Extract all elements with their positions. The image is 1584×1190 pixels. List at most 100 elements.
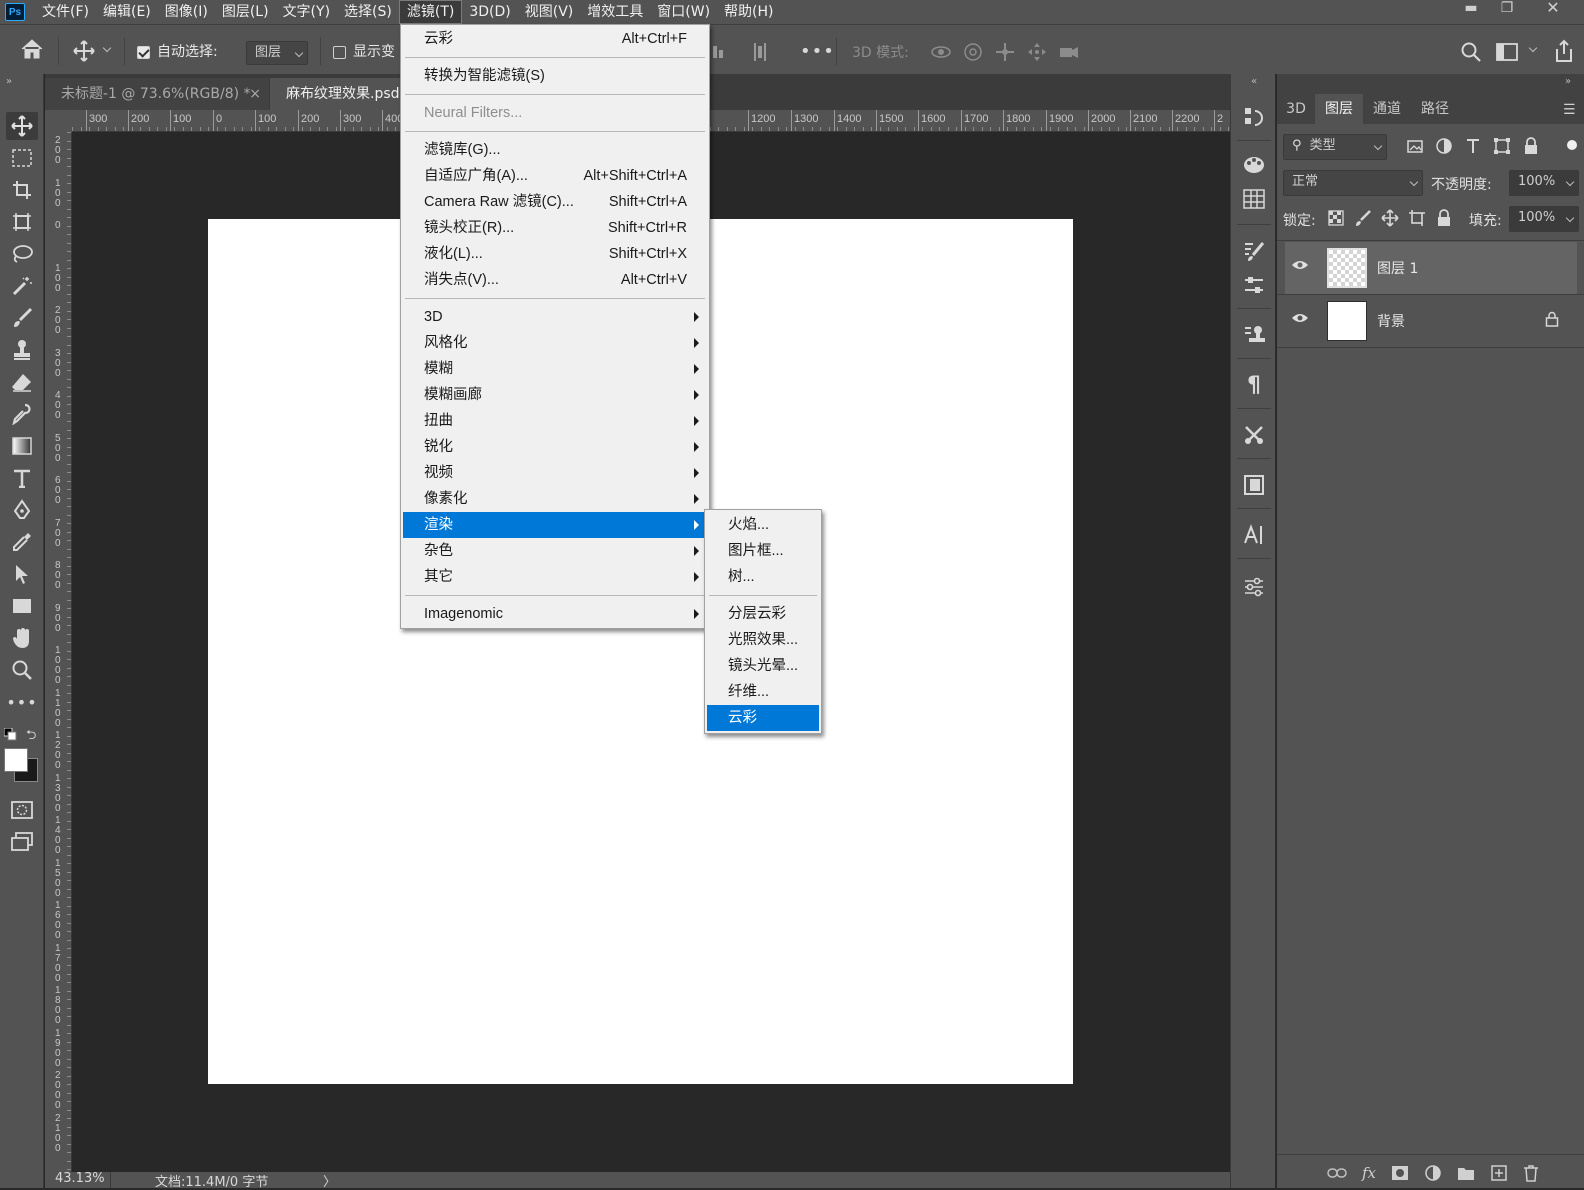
- menu-item[interactable]: Imagenomic: [403, 601, 707, 627]
- menu-item[interactable]: 杂色: [403, 538, 707, 564]
- clone-source-icon[interactable]: [1239, 320, 1269, 350]
- pen-tool-icon[interactable]: [6, 496, 38, 524]
- tab-linen-texture[interactable]: 麻布纹理效果.psd: [270, 78, 400, 110]
- menu-item[interactable]: 滤镜库(G)...: [403, 137, 707, 163]
- tool-presets-icon[interactable]: [1239, 420, 1269, 450]
- new-group-icon[interactable]: [1457, 1165, 1475, 1181]
- path-selection-icon[interactable]: [6, 560, 38, 588]
- menu-item[interactable]: 其它: [403, 564, 707, 590]
- eraser-tool-icon[interactable]: [6, 368, 38, 396]
- menu-item[interactable]: 纤维...: [707, 679, 819, 705]
- hand-tool-icon[interactable]: [6, 624, 38, 652]
- delete-layer-icon[interactable]: [1523, 1164, 1539, 1182]
- share-icon[interactable]: [1553, 39, 1575, 63]
- tab-close-icon[interactable]: ×: [249, 78, 261, 110]
- move-tool-icon[interactable]: [6, 112, 38, 140]
- menu-item[interactable]: 模糊: [403, 356, 707, 382]
- menu-item[interactable]: 自适应广角(A)... Alt+Shift+Ctrl+A: [403, 163, 707, 189]
- smudge-tool-icon[interactable]: [6, 400, 38, 428]
- screen-mode-icon[interactable]: [6, 828, 38, 856]
- menu-item[interactable]: 树...: [707, 564, 819, 590]
- swap-colors-icon[interactable]: ⮌: [26, 726, 36, 748]
- visibility-eye-icon[interactable]: [1291, 258, 1309, 272]
- collapse-toolbar-icon[interactable]: »: [6, 76, 12, 87]
- new-layer-icon[interactable]: [1490, 1164, 1508, 1182]
- restore-icon[interactable]: ❐: [1492, 0, 1522, 18]
- history-icon[interactable]: [1239, 102, 1269, 132]
- filter-toggle-icon[interactable]: [1567, 140, 1577, 150]
- lock-all-icon[interactable]: [1435, 209, 1453, 227]
- menu-item[interactable]: 视频: [403, 460, 707, 486]
- visibility-eye-icon[interactable]: [1291, 311, 1309, 325]
- pan-3d-icon[interactable]: [994, 41, 1016, 63]
- lasso-tool-icon[interactable]: [6, 240, 38, 268]
- lock-position-icon[interactable]: [1381, 209, 1399, 227]
- libraries-icon[interactable]: [1239, 470, 1269, 500]
- brush-settings-icon[interactable]: [1239, 236, 1269, 266]
- frame-tool-icon[interactable]: [6, 208, 38, 236]
- menu-item[interactable]: Camera Raw 滤镜(C)... Shift+Ctrl+A: [403, 189, 707, 215]
- filter-type-icon[interactable]: [1463, 136, 1483, 156]
- ruler-origin[interactable]: [45, 110, 72, 132]
- move-tool-icon[interactable]: [72, 39, 96, 63]
- lock-pixels-icon[interactable]: [1354, 209, 1372, 227]
- align-bottom-icon[interactable]: [710, 43, 726, 61]
- tab-untitled-1[interactable]: 未标题-1 @ 73.6%(RGB/8) * ×: [45, 78, 269, 110]
- tab-3d[interactable]: 3D: [1277, 94, 1315, 124]
- layer-filter-dropdown[interactable]: ⚲ 类型: [1283, 134, 1387, 160]
- menu-item[interactable]: 锐化: [403, 434, 707, 460]
- orbit-3d-icon[interactable]: [930, 41, 952, 63]
- tab-channels[interactable]: 通道: [1363, 94, 1411, 124]
- layer-name[interactable]: 图层 1: [1377, 258, 1418, 278]
- home-icon[interactable]: [20, 38, 44, 60]
- menu-item[interactable]: 帮助(H): [717, 0, 780, 24]
- menu-item[interactable]: 镜头校正(R)... Shift+Ctrl+R: [403, 215, 707, 241]
- crop-tool-icon[interactable]: [6, 176, 38, 204]
- tab-layers[interactable]: 图层: [1315, 94, 1363, 124]
- menu-item[interactable]: 选择(S): [337, 0, 399, 24]
- search-icon[interactable]: [1460, 41, 1482, 63]
- menu-item[interactable]: 模糊画廊: [403, 382, 707, 408]
- eyedropper-tool-icon[interactable]: [6, 528, 38, 556]
- menu-item[interactable]: 文件(F): [35, 0, 96, 24]
- vertical-ruler[interactable]: 200 100 0 100 200 300 400 500 600 700 800 900 1000 11…: [45, 132, 72, 1172]
- brushes-icon[interactable]: [1239, 270, 1269, 300]
- collapse-strip-icon[interactable]: «: [1251, 76, 1257, 87]
- filter-smart-object-icon[interactable]: [1521, 136, 1541, 156]
- default-colors-icon[interactable]: [4, 728, 18, 742]
- menu-item[interactable]: 滤镜(T): [398, 0, 463, 24]
- new-adjustment-layer-icon[interactable]: [1424, 1164, 1442, 1182]
- layer-row[interactable]: 背景: [1285, 295, 1577, 347]
- menu-item[interactable]: 像素化: [403, 486, 707, 512]
- workspace-chevron-icon[interactable]: [1528, 43, 1538, 53]
- layer-lock-icon[interactable]: [1545, 311, 1559, 327]
- lock-transparent-icon[interactable]: [1327, 209, 1345, 227]
- type-tool-icon[interactable]: [6, 464, 38, 492]
- menu-item[interactable]: 图片框...: [707, 538, 819, 564]
- lock-artboard-icon[interactable]: [1408, 209, 1426, 227]
- rectangular-marquee-icon[interactable]: [6, 144, 38, 172]
- magic-wand-icon[interactable]: [6, 272, 38, 300]
- menu-item[interactable]: 液化(L)... Shift+Ctrl+X: [403, 241, 707, 267]
- foreground-color-swatch[interactable]: [4, 748, 28, 772]
- menu-item[interactable]: 风格化: [403, 330, 707, 356]
- layer-name[interactable]: 背景: [1377, 311, 1405, 331]
- edit-toolbar-icon[interactable]: •••: [6, 688, 38, 716]
- menu-item[interactable]: 镜头光晕...: [707, 653, 819, 679]
- menu-item[interactable]: 转换为智能滤镜(S): [403, 63, 707, 89]
- tab-paths[interactable]: 路径: [1411, 94, 1459, 124]
- close-window-icon[interactable]: ✕: [1538, 0, 1568, 18]
- filter-pixel-icon[interactable]: [1405, 136, 1425, 156]
- zoom-level[interactable]: 43.13%: [55, 1171, 105, 1186]
- gradient-tool-icon[interactable]: [6, 432, 38, 460]
- color-icon[interactable]: [1239, 150, 1269, 180]
- menu-item[interactable]: 文字(Y): [276, 0, 337, 24]
- quick-mask-icon[interactable]: [6, 796, 38, 824]
- menu-item[interactable]: 增效工具: [580, 0, 650, 24]
- fill-field[interactable]: 100%: [1509, 206, 1579, 232]
- layer-style-icon[interactable]: fx: [1362, 1164, 1376, 1182]
- scale-3d-icon[interactable]: [1058, 41, 1080, 63]
- more-options-icon[interactable]: •••: [800, 41, 835, 62]
- collapse-panel-icon[interactable]: »: [1565, 76, 1571, 87]
- menu-item[interactable]: 编辑(E): [96, 0, 158, 24]
